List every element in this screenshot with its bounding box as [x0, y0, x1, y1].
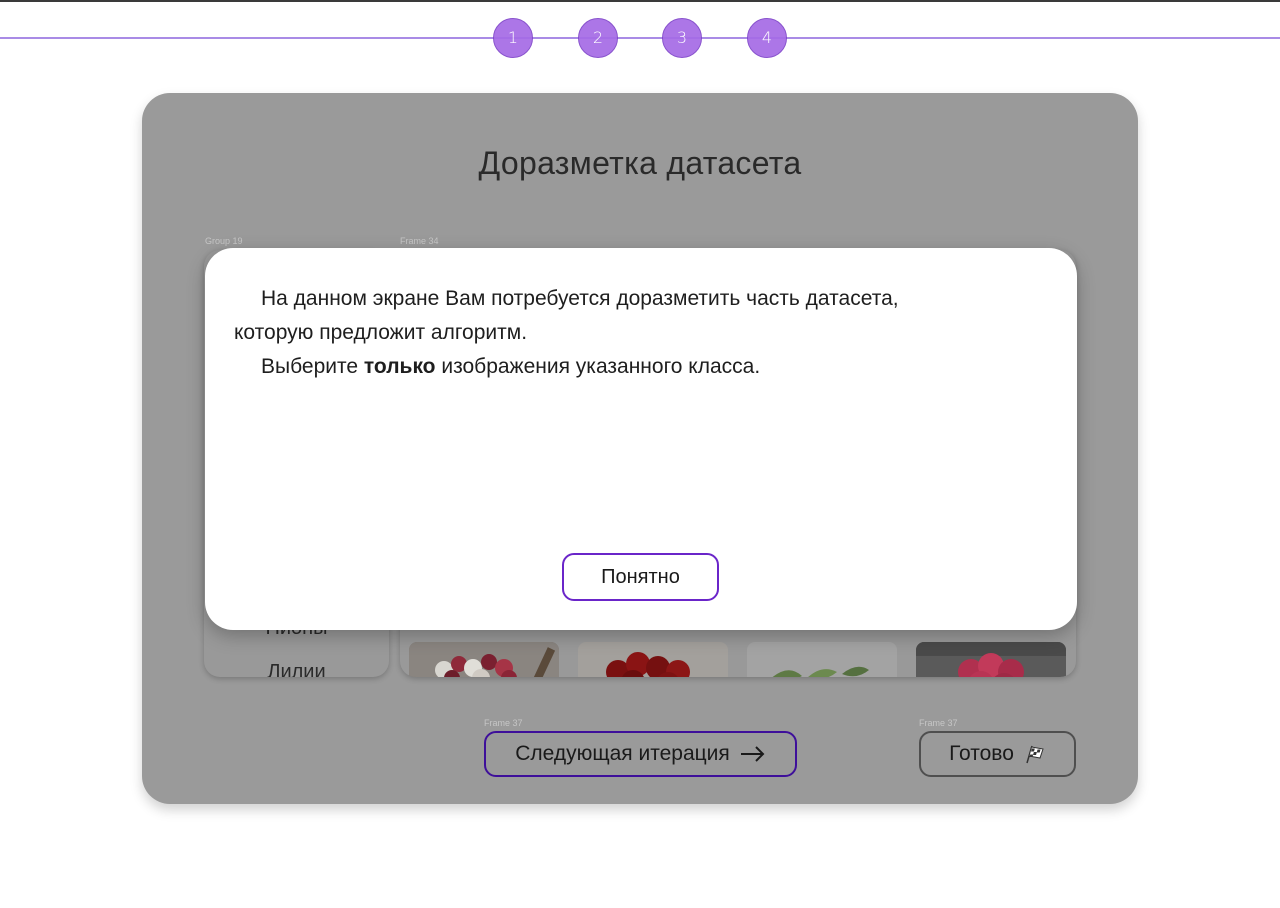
modal-line-2: которую предложит алгоритм.	[234, 321, 528, 344]
arrow-right-icon	[740, 746, 765, 762]
frame-next-label: Frame 37	[484, 718, 523, 728]
modal-line-3: Выберите только изображения указанного к…	[234, 350, 1044, 384]
step-4[interactable]: 4	[747, 18, 787, 58]
ok-button[interactable]: Понятно	[562, 553, 719, 601]
bouquet-image-greens	[747, 642, 897, 677]
modal-line-3-before: Выберите	[261, 355, 359, 378]
bouquet-image-mixed	[409, 642, 559, 677]
next-iteration-label: Следующая итерация	[515, 742, 730, 765]
group-label: Group 19	[205, 236, 243, 246]
class-item-lilies[interactable]: Лилии	[204, 661, 389, 677]
image-thumb[interactable]	[578, 642, 728, 677]
modal-message: На данном экране Вам потребуется доразме…	[234, 282, 1044, 384]
frame-done-label: Frame 37	[919, 718, 958, 728]
bouquet-image-red	[578, 642, 728, 677]
step-3[interactable]: 3	[662, 18, 702, 58]
image-thumb[interactable]	[916, 642, 1066, 677]
done-label: Готово	[949, 742, 1014, 765]
next-iteration-button[interactable]: Следующая итерация	[484, 731, 797, 777]
image-thumb[interactable]	[409, 642, 559, 677]
frame-images-label: Frame 34	[400, 236, 439, 246]
top-border	[0, 0, 1280, 2]
modal-emphasis: только	[363, 355, 436, 378]
stepper-line	[0, 37, 1280, 39]
image-thumb[interactable]	[747, 642, 897, 677]
done-button[interactable]: Готово	[919, 731, 1076, 777]
step-2[interactable]: 2	[578, 18, 618, 58]
step-1[interactable]: 1	[493, 18, 533, 58]
checkered-flag-icon	[1026, 745, 1044, 764]
info-modal: На данном экране Вам потребуется доразме…	[205, 248, 1077, 630]
modal-line-1: На данном экране Вам потребуется доразме…	[261, 287, 899, 310]
modal-line-3-after: изображения указанного класса.	[441, 355, 761, 378]
bouquet-image-pink	[916, 642, 1066, 677]
page-title: Доразметка датасета	[478, 145, 802, 181]
